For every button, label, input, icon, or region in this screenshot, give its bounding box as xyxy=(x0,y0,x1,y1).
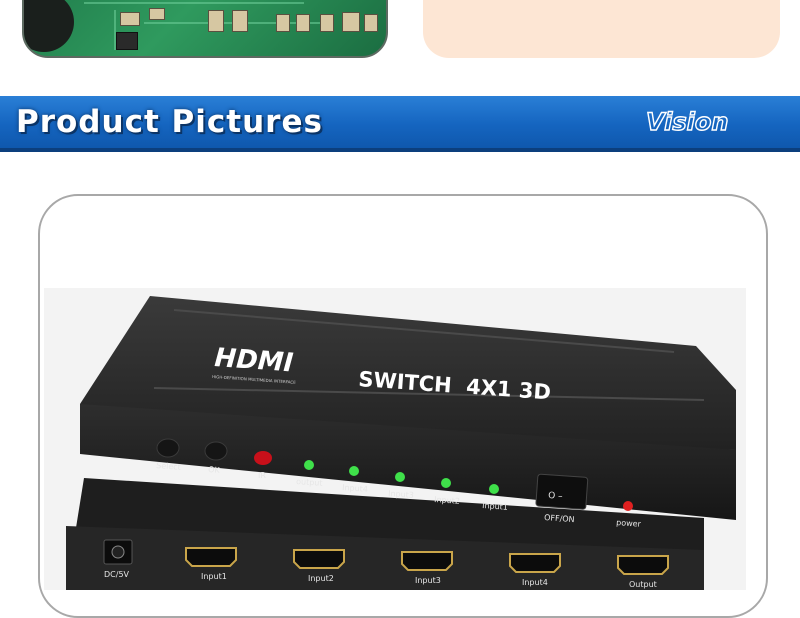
port-label-input4: Input4 xyxy=(522,578,548,587)
port-label-input2: Input2 xyxy=(308,574,334,583)
peach-panel xyxy=(423,0,780,58)
hdmi-logo: HDMI xyxy=(214,343,295,378)
power-led-icon xyxy=(623,501,633,511)
input3-led-icon xyxy=(395,472,405,482)
section-banner: Product Pictures Vision xyxy=(0,96,800,152)
led-label-input1: Input1 xyxy=(482,501,508,512)
power-label: power xyxy=(616,518,642,529)
ok-label: OK xyxy=(208,465,221,475)
input4-led-icon xyxy=(349,466,359,476)
hdmi-port-output-icon xyxy=(617,555,669,575)
port-label-dc: DC/5V xyxy=(104,570,130,579)
input1-led-icon xyxy=(489,484,499,494)
ir-label: IR xyxy=(258,471,266,480)
hdmi-switch-illustration: HDMI HIGH-DEFINITION MULTIMEDIA INTERFAC… xyxy=(66,296,736,590)
select-label: Select xyxy=(156,461,181,472)
hdmi-port-input2-icon xyxy=(293,549,345,569)
led-label-input3: Input3 xyxy=(388,489,414,500)
brand-logo-text: Vision xyxy=(646,108,728,136)
hdmi-port-input1-icon xyxy=(185,547,237,567)
ir-receiver-icon xyxy=(254,451,272,465)
hdmi-port-input3-icon xyxy=(401,551,453,571)
product-photo: HDMI HIGH-DEFINITION MULTIMEDIA INTERFAC… xyxy=(44,288,746,590)
port-label-input1: Input1 xyxy=(201,572,227,581)
pcb-photo xyxy=(22,0,388,58)
output-led-icon xyxy=(304,460,314,470)
svg-text:O –: O – xyxy=(548,491,564,502)
led-label-input2: Input2 xyxy=(434,495,460,506)
led-label-input4: Input4 xyxy=(342,483,368,494)
hdmi-port-input4-icon xyxy=(509,553,561,573)
led-label-output: output xyxy=(296,477,323,488)
port-label-input3: Input3 xyxy=(415,576,441,585)
input2-led-icon xyxy=(441,478,451,488)
brand-logo: Vision xyxy=(645,107,729,136)
ok-button[interactable] xyxy=(204,441,228,461)
select-button[interactable] xyxy=(156,438,180,458)
banner-title: Product Pictures xyxy=(16,104,323,140)
port-label-output: Output xyxy=(629,580,657,589)
